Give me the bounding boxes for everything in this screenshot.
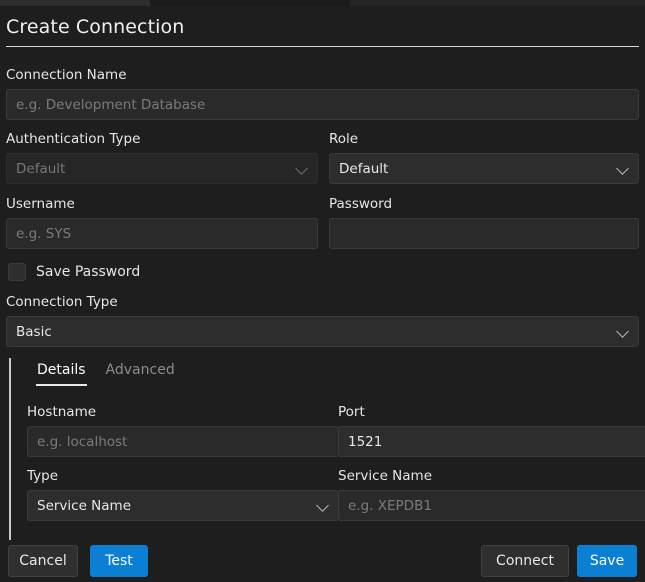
connection-type-value: Basic [16,323,52,340]
connection-type-label: Connection Type [6,294,118,310]
field-connection-type: Connection Type Basic [6,294,639,347]
field-type: Type Service Name [27,468,339,521]
tab-advanced[interactable]: Advanced [96,362,185,386]
chevron-down-icon [296,163,308,175]
field-connection-name: Connection Name e.g. Development Databas… [6,67,639,120]
connect-button[interactable]: Connect [481,545,569,577]
field-username: Username e.g. SYS [6,196,318,249]
title-divider [6,46,639,47]
hostname-placeholder: e.g. localhost [37,433,128,450]
window-tab-strip [0,0,645,6]
create-connection-dialog: Create Connection Connection Name e.g. D… [0,0,645,582]
hostname-input[interactable]: e.g. localhost [27,426,339,457]
hostname-label: Hostname [27,404,97,420]
username-label: Username [6,196,75,212]
role-label: Role [329,131,359,147]
password-label: Password [329,196,393,212]
save-password-label: Save Password [36,264,141,280]
password-input[interactable] [329,218,639,249]
window-tab-inactive-1[interactable] [150,0,350,6]
test-button[interactable]: Test [90,545,148,577]
field-password: Password [329,196,639,249]
connection-type-select[interactable]: Basic [6,316,639,347]
type-label: Type [27,468,59,484]
field-authentication-type: Authentication Type Default [6,131,318,184]
connection-details-panel: Details Advanced Hostname e.g. localhost… [9,358,645,540]
type-value: Service Name [37,497,132,514]
connection-name-label: Connection Name [6,67,127,83]
field-port: Port 1521 [338,404,645,457]
username-placeholder: e.g. SYS [16,225,72,242]
chevron-down-icon [617,326,629,338]
authentication-type-select[interactable]: Default [6,153,318,184]
port-label: Port [338,404,365,420]
authentication-type-value: Default [16,160,66,177]
field-role: Role Default [329,131,639,184]
type-select[interactable]: Service Name [27,490,339,521]
save-password-checkbox[interactable] [8,263,26,281]
tab-details[interactable]: Details [27,362,96,386]
cancel-button[interactable]: Cancel [8,545,78,577]
role-select[interactable]: Default [329,153,639,184]
port-value: 1521 [348,433,383,450]
window-tab-inactive-2[interactable] [350,0,645,6]
connection-name-placeholder: e.g. Development Database [16,96,206,113]
save-password-row[interactable]: Save Password [8,263,140,281]
dialog-title: Create Connection [6,16,185,38]
service-name-placeholder: e.g. XEPDB1 [348,497,432,514]
save-button[interactable]: Save [577,545,637,577]
username-input[interactable]: e.g. SYS [6,218,318,249]
window-tab-active[interactable] [0,0,150,6]
tab-bar: Details Advanced [27,362,185,386]
service-name-label: Service Name [338,468,433,484]
role-value: Default [339,160,389,177]
port-input[interactable]: 1521 [338,426,645,457]
service-name-input[interactable]: e.g. XEPDB1 [338,490,645,521]
connection-name-input[interactable]: e.g. Development Database [6,89,639,120]
authentication-type-label: Authentication Type [6,131,141,147]
chevron-down-icon [617,163,629,175]
field-hostname: Hostname e.g. localhost [27,404,339,457]
chevron-down-icon [317,500,329,512]
field-service-name: Service Name e.g. XEPDB1 [338,468,645,521]
dialog-button-bar: Cancel Test Connect Save [0,540,645,582]
